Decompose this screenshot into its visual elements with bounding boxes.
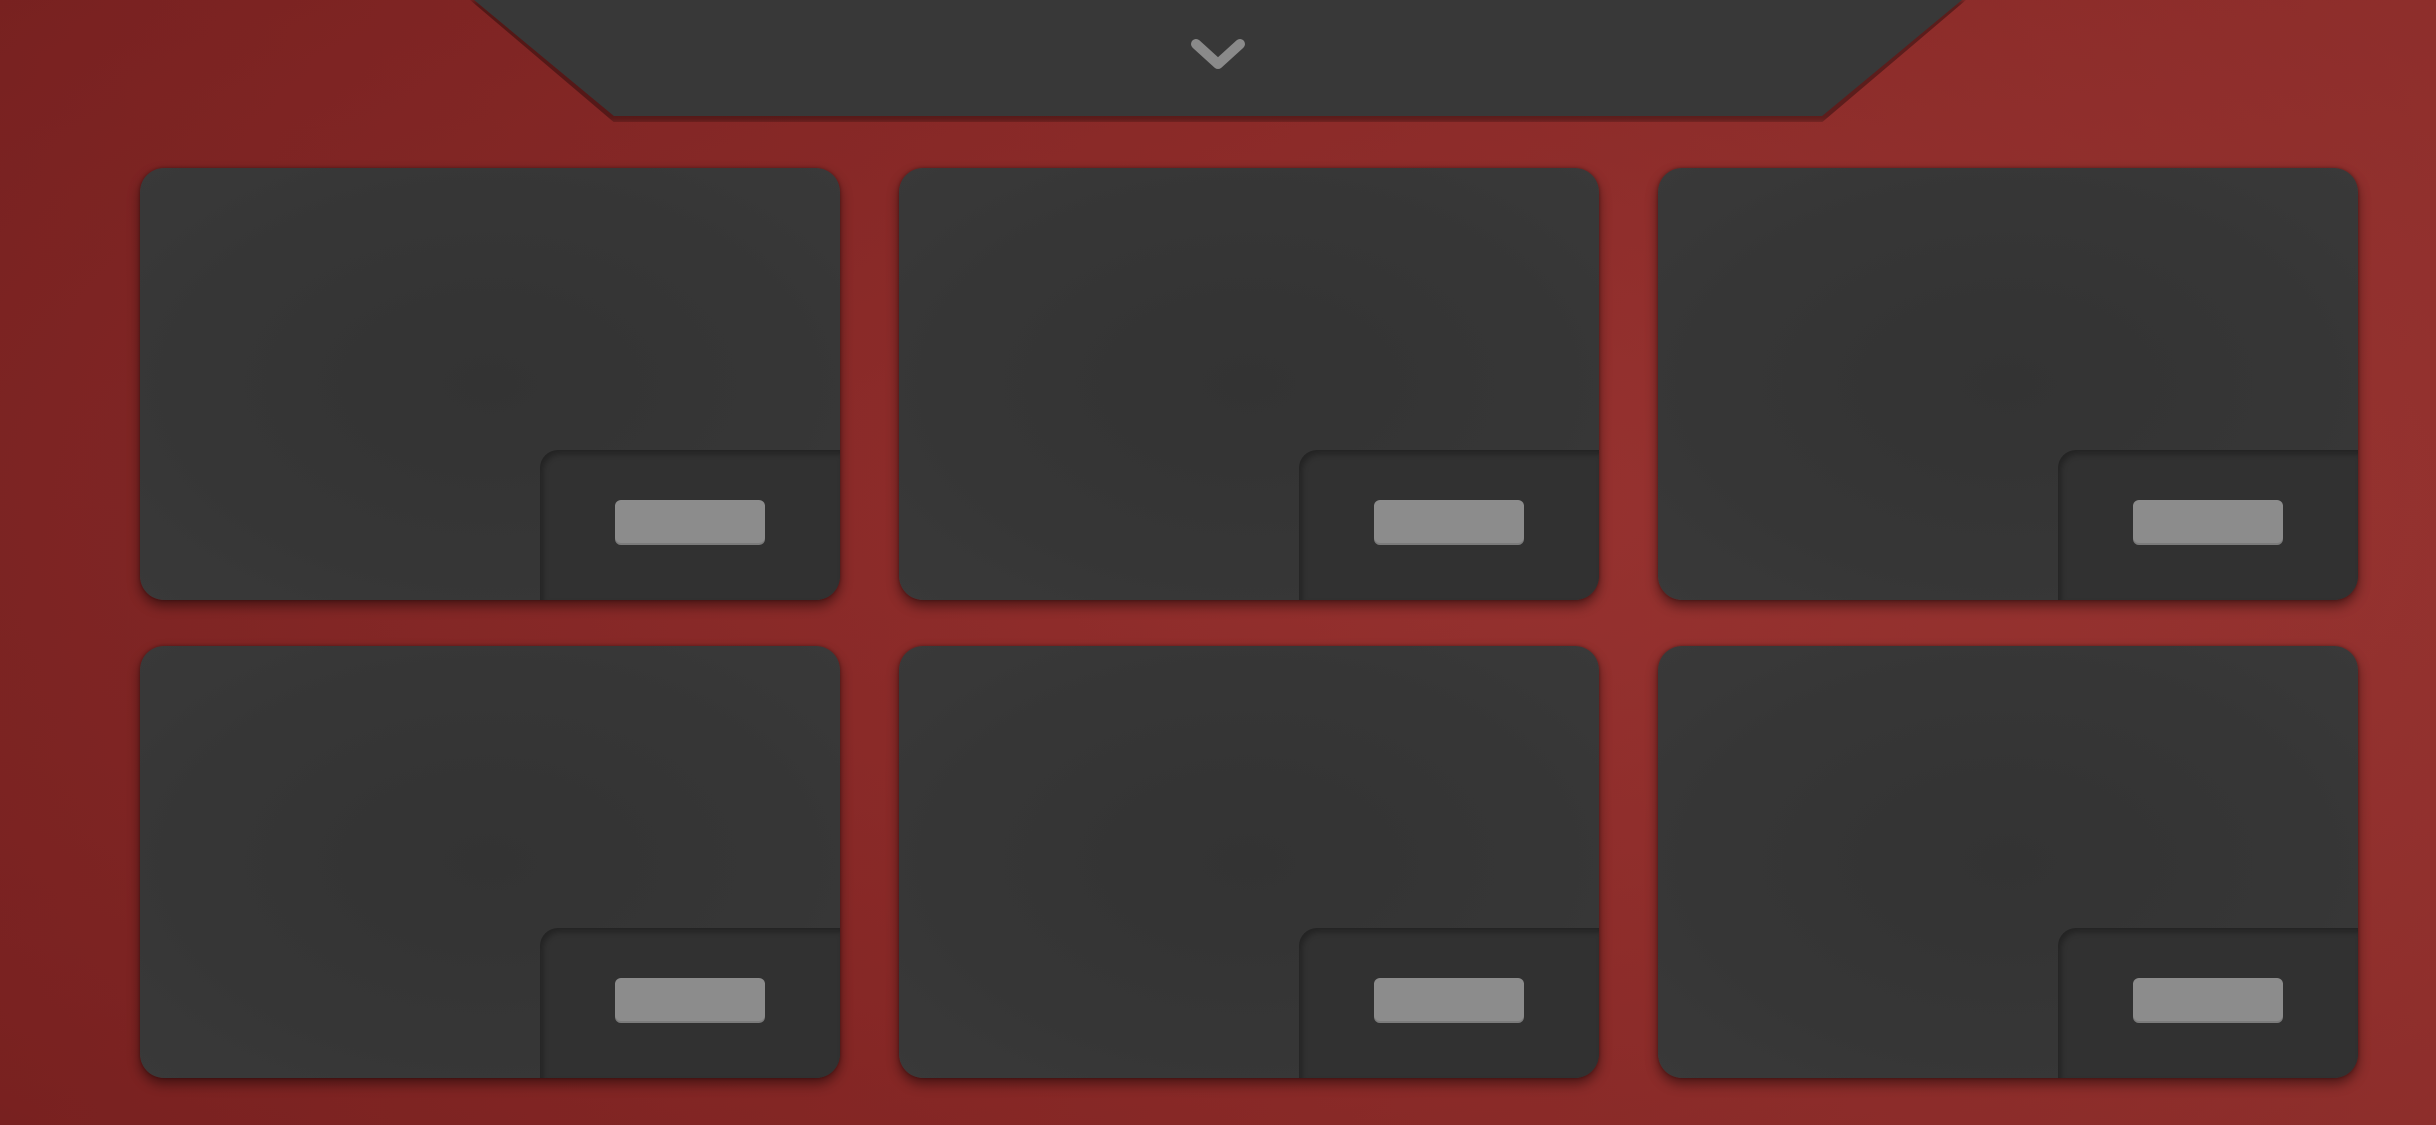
card-2[interactable] bbox=[899, 168, 1599, 600]
chevron-down-icon[interactable] bbox=[1190, 36, 1246, 76]
card-3[interactable] bbox=[1658, 168, 2358, 600]
card-footer-panel bbox=[1299, 928, 1599, 1078]
card-5[interactable] bbox=[899, 646, 1599, 1078]
card-button[interactable] bbox=[2133, 500, 2283, 545]
card-button[interactable] bbox=[615, 978, 765, 1023]
card-footer-panel bbox=[2058, 450, 2358, 600]
card-footer-panel bbox=[1299, 450, 1599, 600]
card-4[interactable] bbox=[140, 646, 840, 1078]
card-1[interactable] bbox=[140, 168, 840, 600]
card-grid bbox=[140, 168, 2358, 1078]
card-6[interactable] bbox=[1658, 646, 2358, 1078]
card-button[interactable] bbox=[1374, 978, 1524, 1023]
card-footer-panel bbox=[540, 450, 840, 600]
card-button[interactable] bbox=[615, 500, 765, 545]
card-footer-panel bbox=[540, 928, 840, 1078]
card-button[interactable] bbox=[1374, 500, 1524, 545]
card-button[interactable] bbox=[2133, 978, 2283, 1023]
card-footer-panel bbox=[2058, 928, 2358, 1078]
